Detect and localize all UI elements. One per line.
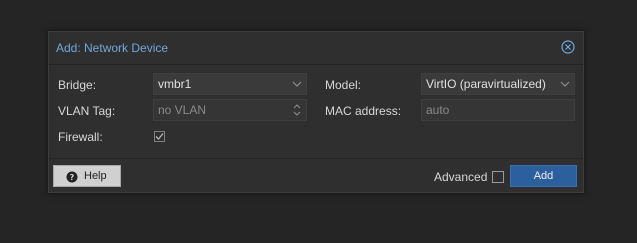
dialog-titlebar: Add: Network Device bbox=[49, 32, 583, 65]
dialog-title: Add: Network Device bbox=[56, 41, 169, 55]
help-button[interactable]: ? Help bbox=[53, 165, 121, 187]
mac-address-field[interactable]: auto bbox=[421, 99, 575, 121]
question-circle-icon: ? bbox=[66, 170, 78, 183]
model-select[interactable]: VirtIO (paravirtualized) bbox=[421, 73, 575, 95]
vlan-tag-field[interactable]: no VLAN bbox=[153, 99, 307, 121]
model-value: VirtIO (paravirtualized) bbox=[426, 77, 546, 91]
vlan-tag-label: VLAN Tag: bbox=[58, 104, 116, 118]
add-network-device-dialog: Add: Network Device Bridge: vmbr1 VLAN T… bbox=[48, 31, 584, 193]
firewall-label: Firewall: bbox=[58, 130, 103, 144]
add-button[interactable]: Add bbox=[510, 165, 577, 187]
svg-text:?: ? bbox=[70, 173, 75, 182]
advanced-checkbox[interactable] bbox=[492, 171, 504, 183]
dialog-body: Bridge: vmbr1 VLAN Tag: no VLAN Firewall… bbox=[49, 65, 583, 160]
vlan-tag-placeholder: no VLAN bbox=[158, 103, 207, 117]
mac-address-placeholder: auto bbox=[426, 103, 450, 117]
bridge-select[interactable]: vmbr1 bbox=[153, 73, 307, 95]
mac-address-label: MAC address: bbox=[325, 104, 402, 118]
close-icon[interactable] bbox=[561, 40, 575, 54]
help-label: Help bbox=[84, 170, 107, 182]
advanced-label: Advanced bbox=[434, 170, 488, 184]
spinner-icon[interactable] bbox=[288, 100, 306, 120]
bridge-value: vmbr1 bbox=[158, 77, 192, 91]
model-label: Model: bbox=[325, 78, 362, 92]
firewall-checkbox[interactable] bbox=[154, 131, 165, 142]
dialog-footer: ? Help Advanced Add bbox=[49, 158, 583, 192]
chevron-down-icon[interactable] bbox=[288, 74, 306, 94]
bridge-label: Bridge: bbox=[58, 78, 97, 92]
chevron-down-icon[interactable] bbox=[556, 74, 574, 94]
